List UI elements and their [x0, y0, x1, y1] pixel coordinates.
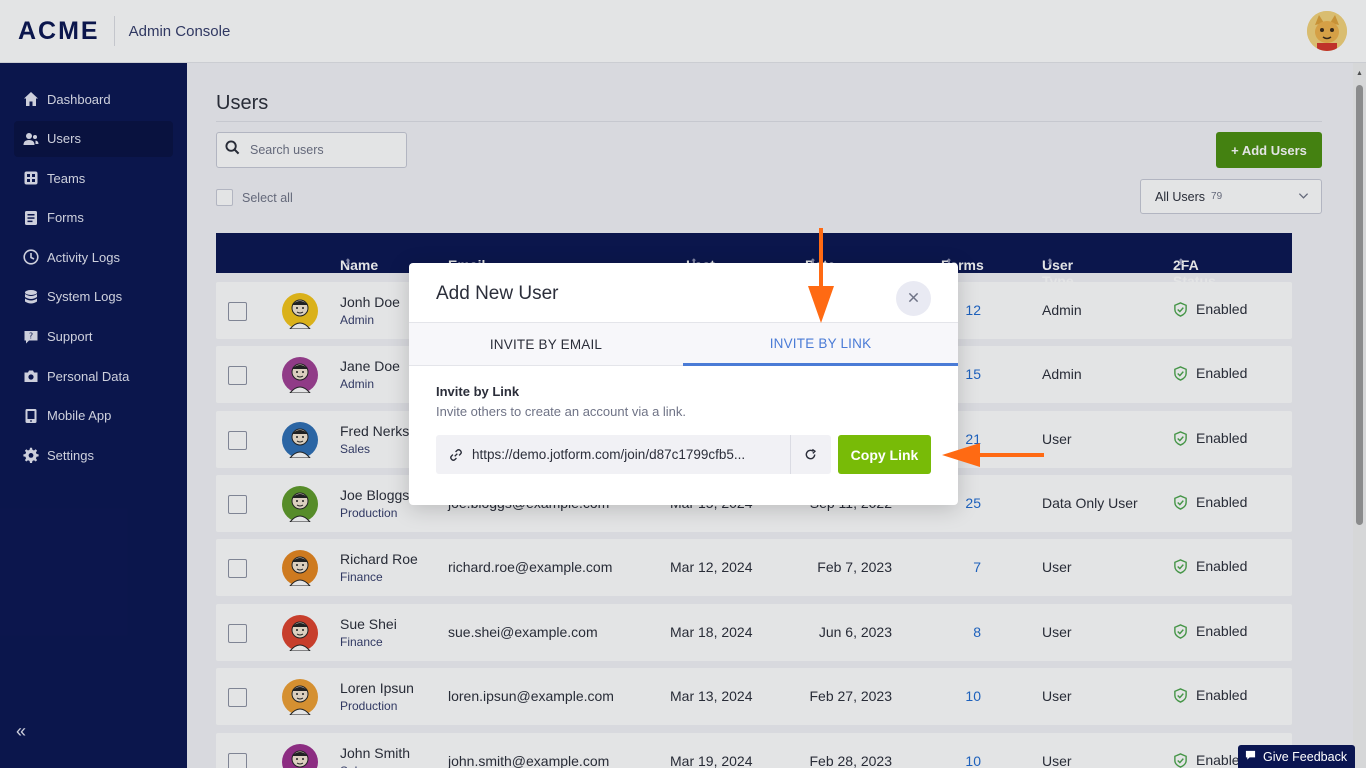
tab-invite-by-email[interactable]: INVITE BY EMAIL: [409, 323, 683, 366]
annotation-arrow-left: [942, 443, 1044, 467]
section-description: Invite others to create an account via a…: [436, 404, 687, 419]
invite-link-field[interactable]: https://demo.jotform.com/join/d87c1799cf…: [436, 435, 831, 474]
refresh-link-icon[interactable]: [804, 448, 817, 461]
section-title: Invite by Link: [436, 384, 520, 399]
annotation-arrow-down: [808, 228, 834, 323]
tab-invite-by-link[interactable]: INVITE BY LINK: [683, 323, 958, 366]
invite-tabs: INVITE BY EMAIL INVITE BY LINK: [409, 322, 958, 366]
link-field-divider: [790, 435, 791, 474]
close-dialog-button[interactable]: [896, 281, 931, 316]
feedback-icon: [1245, 750, 1263, 764]
link-icon: [449, 448, 463, 462]
close-icon: [908, 290, 919, 308]
invite-link-url[interactable]: https://demo.jotform.com/join/d87c1799cf…: [472, 447, 784, 462]
feedback-label: Give Feedback: [1263, 749, 1348, 764]
copy-link-button[interactable]: Copy Link: [838, 435, 931, 474]
dialog-title: Add New User: [436, 283, 559, 304]
add-new-user-dialog: Add New User INVITE BY EMAIL INVITE BY L…: [409, 263, 958, 505]
give-feedback-button[interactable]: Give Feedback: [1238, 745, 1355, 768]
